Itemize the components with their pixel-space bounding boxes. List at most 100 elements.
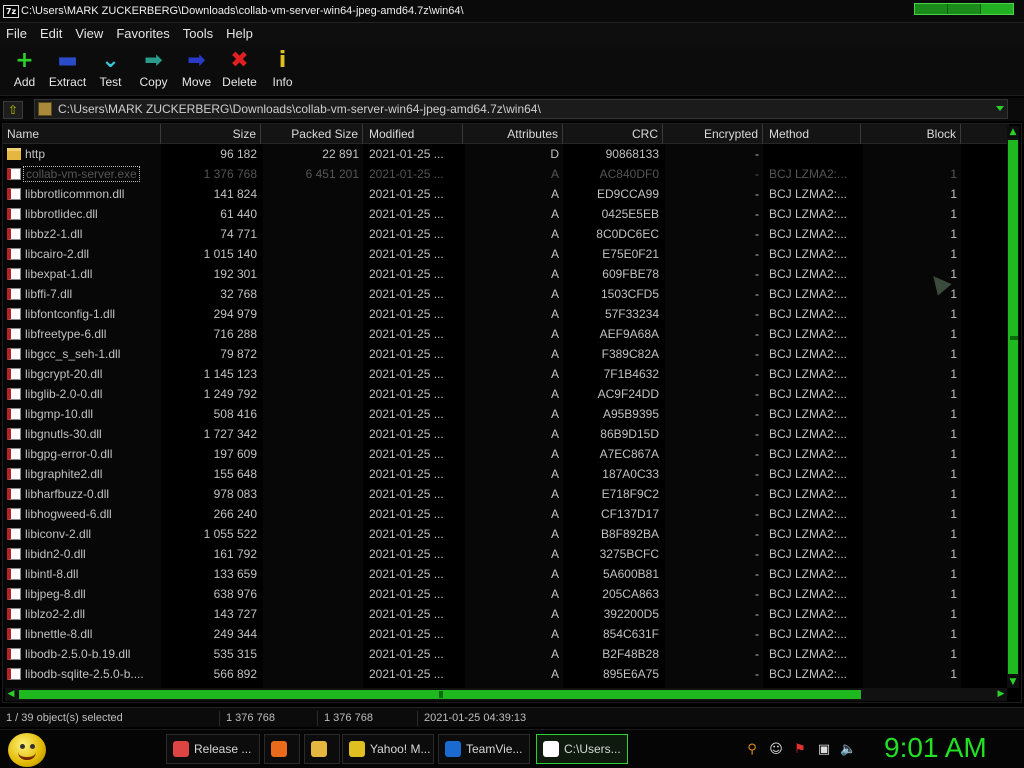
table-row[interactable]: libhogweed-6.dll 266 240 2021-01-25 ... A CF… bbox=[3, 504, 1009, 524]
copy-button[interactable]: ➡ Copy bbox=[132, 44, 175, 95]
add-button[interactable]: + Add bbox=[3, 44, 46, 95]
row-attr-cell: A bbox=[550, 607, 559, 621]
table-row[interactable]: libodb-2.5.0-b.19.dll 535 315 2021-01-25 .… bbox=[3, 644, 1009, 664]
taskbar-item[interactable] bbox=[264, 734, 300, 764]
search-icon[interactable]: ⚲ bbox=[744, 742, 760, 758]
row-method-cell: BCJ LZMA2:... bbox=[769, 467, 848, 481]
row-block-cell: 1 bbox=[950, 207, 957, 221]
folder-up-icon[interactable]: ⇧ bbox=[3, 100, 23, 119]
table-row[interactable]: libglib-2.0-0.dll 1 249 792 2021-01-25 ...… bbox=[3, 384, 1009, 404]
column-header-name[interactable]: Name bbox=[3, 124, 161, 144]
chevron-down-icon[interactable] bbox=[996, 106, 1004, 111]
table-row[interactable]: libgcrypt-20.dll 1 145 123 2021-01-25 ... A… bbox=[3, 364, 1009, 384]
column-header-block[interactable]: Block bbox=[863, 124, 961, 144]
menu-tools[interactable]: Tools bbox=[183, 26, 213, 41]
table-row[interactable]: libgraphite2.dll 155 648 2021-01-25 ... A 18… bbox=[3, 464, 1009, 484]
column-header-packed-size[interactable]: Packed Size bbox=[263, 124, 363, 144]
table-row[interactable]: libintl-8.dll 133 659 2021-01-25 ... A 5A600… bbox=[3, 564, 1009, 584]
table-row[interactable]: libbrotlicommon.dll 141 824 2021-01-25 ...… bbox=[3, 184, 1009, 204]
start-button-smiley-icon[interactable] bbox=[8, 733, 46, 767]
table-row[interactable]: libfreetype-6.dll 716 288 2021-01-25 ... A A… bbox=[3, 324, 1009, 344]
row-modified-cell: 2021-01-25 ... bbox=[369, 347, 444, 361]
maximize-button[interactable] bbox=[948, 4, 981, 14]
address-field[interactable]: C:\Users\MARK ZUCKERBERG\Downloads\colla… bbox=[34, 99, 1008, 119]
table-row[interactable]: collab-vm-server.exe 1 376 768 6 451 201 20… bbox=[3, 164, 1009, 184]
row-size-cell: 1 727 342 bbox=[203, 427, 257, 441]
table-row[interactable]: libexpat-1.dll 192 301 2021-01-25 ... A 609F… bbox=[3, 264, 1009, 284]
taskbar-item[interactable]: Release ... bbox=[166, 734, 260, 764]
table-row[interactable]: libgpg-error-0.dll 197 609 2021-01-25 ... A… bbox=[3, 444, 1009, 464]
table-row[interactable]: libgnutls-30.dll 1 727 342 2021-01-25 ... A… bbox=[3, 424, 1009, 444]
scroll-down-arrow-icon[interactable]: ▼ bbox=[1007, 676, 1019, 688]
network-icon[interactable]: ▣ bbox=[816, 742, 832, 758]
row-method-cell: BCJ LZMA2:... bbox=[769, 367, 848, 381]
horizontal-scroll-thumb[interactable] bbox=[19, 690, 861, 699]
taskbar-clock[interactable]: 9:01 AM bbox=[884, 732, 987, 764]
table-row[interactable]: libbz2-1.dll 74 771 2021-01-25 ... A 8C0DC6E… bbox=[3, 224, 1009, 244]
table-row[interactable]: libgmp-10.dll 508 416 2021-01-25 ... A A95B9… bbox=[3, 404, 1009, 424]
table-row[interactable]: libidn2-0.dll 161 792 2021-01-25 ... A 3275B… bbox=[3, 544, 1009, 564]
row-packed-cell bbox=[263, 384, 363, 404]
address-path[interactable]: C:\Users\MARK ZUCKERBERG\Downloads\colla… bbox=[58, 102, 541, 116]
row-attr-cell: A bbox=[550, 567, 559, 581]
menu-help[interactable]: Help bbox=[226, 26, 253, 41]
column-header-encrypted[interactable]: Encrypted bbox=[665, 124, 763, 144]
menu-file[interactable]: File bbox=[6, 26, 27, 41]
vertical-scrollbar[interactable]: ▲ ▼ bbox=[1007, 126, 1019, 688]
row-method-cell: BCJ LZMA2:... bbox=[769, 387, 848, 401]
row-block-cell: 1 bbox=[950, 527, 957, 541]
row-method-cell: BCJ LZMA2:... bbox=[769, 547, 848, 561]
table-row[interactable]: libodb-sqlite-2.5.0-b.... 566 892 2021-01-… bbox=[3, 664, 1009, 684]
close-button[interactable] bbox=[981, 4, 1013, 14]
move-button[interactable]: ➡ Move bbox=[175, 44, 218, 95]
table-row[interactable]: liblzo2-2.dll 143 727 2021-01-25 ... A 39220… bbox=[3, 604, 1009, 624]
column-header-method[interactable]: Method bbox=[765, 124, 861, 144]
row-name-cell: libiconv-2.dll bbox=[3, 524, 161, 544]
table-row[interactable]: libfontconfig-1.dll 294 979 2021-01-25 ...… bbox=[3, 304, 1009, 324]
table-row[interactable]: libjpeg-8.dll 638 976 2021-01-25 ... A 205CA… bbox=[3, 584, 1009, 604]
row-attr-cell: A bbox=[550, 187, 559, 201]
minimize-button[interactable] bbox=[915, 4, 948, 14]
column-header-modified[interactable]: Modified bbox=[365, 124, 463, 144]
row-name: libiconv-2.dll bbox=[25, 527, 92, 541]
delete-button[interactable]: ✖ Delete bbox=[218, 44, 261, 95]
menu-favorites[interactable]: Favorites bbox=[116, 26, 169, 41]
table-row[interactable]: libffi-7.dll 32 768 2021-01-25 ... A 1503CFD… bbox=[3, 284, 1009, 304]
menu-edit[interactable]: Edit bbox=[40, 26, 62, 41]
row-block-cell: 1 bbox=[950, 507, 957, 521]
volume-icon[interactable]: 🔈 bbox=[840, 742, 856, 758]
test-button[interactable]: ⌄ Test bbox=[89, 44, 132, 95]
messenger-tray-icon[interactable]: ☺ bbox=[768, 742, 784, 758]
horizontal-scrollbar[interactable]: ◀ ▶ bbox=[5, 688, 1007, 701]
row-attr-cell: A bbox=[550, 467, 559, 481]
flag-icon[interactable]: ⚑ bbox=[792, 742, 808, 758]
file-icon bbox=[7, 268, 21, 280]
row-method-cell: BCJ LZMA2:... bbox=[769, 287, 848, 301]
column-header-size[interactable]: Size bbox=[163, 124, 261, 144]
taskbar-item[interactable]: TeamVie... bbox=[438, 734, 530, 764]
column-header-crc[interactable]: CRC bbox=[565, 124, 663, 144]
row-method-cell: BCJ LZMA2:... bbox=[769, 247, 848, 261]
taskbar-item[interactable]: Yahoo! M... bbox=[342, 734, 434, 764]
row-modified-cell: 2021-01-25 ... bbox=[369, 567, 444, 581]
extract-button[interactable]: ▬ Extract bbox=[46, 44, 89, 95]
table-row[interactable]: libnettle-8.dll 249 344 2021-01-25 ... A 854… bbox=[3, 624, 1009, 644]
row-block-cell: 1 bbox=[950, 307, 957, 321]
table-row[interactable]: http 96 182 22 891 2021-01-25 ... D 90868133 - bbox=[3, 144, 1009, 164]
column-header-attributes[interactable]: Attributes bbox=[465, 124, 563, 144]
table-row[interactable]: libgcc_s_seh-1.dll 79 872 2021-01-25 ... A F… bbox=[3, 344, 1009, 364]
taskbar-item[interactable]: C:\Users... bbox=[536, 734, 628, 764]
scroll-right-arrow-icon[interactable]: ▶ bbox=[995, 688, 1007, 701]
table-row[interactable]: libharfbuzz-0.dll 978 083 2021-01-25 ... A E… bbox=[3, 484, 1009, 504]
table-row[interactable]: libcairo-2.dll 1 015 140 2021-01-25 ... A E7… bbox=[3, 244, 1009, 264]
vertical-scroll-thumb[interactable] bbox=[1008, 140, 1018, 674]
table-row[interactable]: libiconv-2.dll 1 055 522 2021-01-25 ... A B8… bbox=[3, 524, 1009, 544]
info-button[interactable]: i Info bbox=[261, 44, 304, 95]
row-crc-cell: B2F48B28 bbox=[602, 647, 659, 661]
scroll-left-arrow-icon[interactable]: ◀ bbox=[5, 688, 17, 701]
taskbar-item[interactable] bbox=[304, 734, 340, 764]
row-crc-cell: 7F1B4632 bbox=[603, 367, 659, 381]
menu-view[interactable]: View bbox=[75, 26, 103, 41]
scroll-up-arrow-icon[interactable]: ▲ bbox=[1007, 126, 1019, 138]
table-row[interactable]: libbrotlidec.dll 61 440 2021-01-25 ... A 042… bbox=[3, 204, 1009, 224]
